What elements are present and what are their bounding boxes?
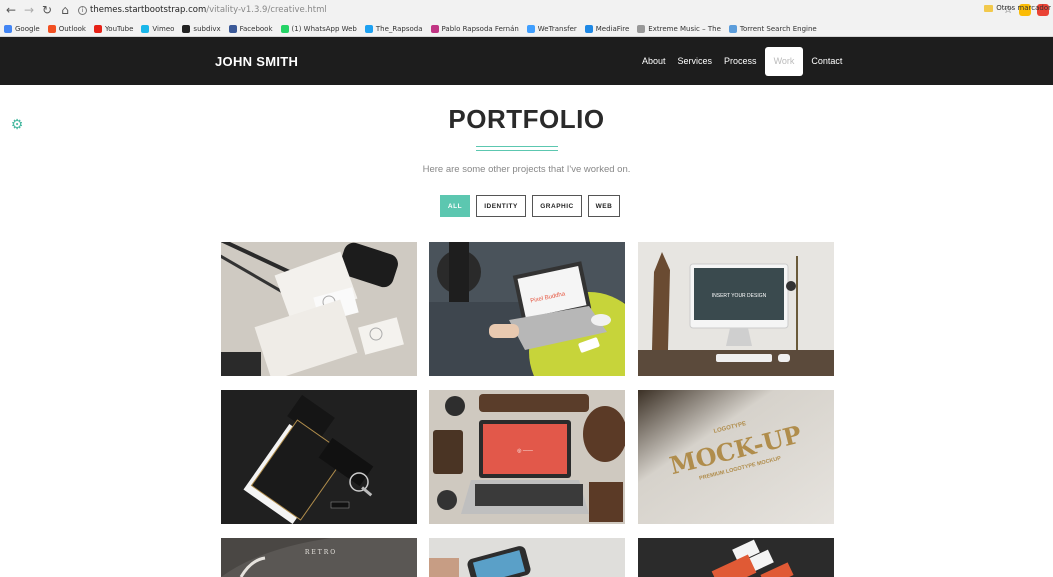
other-bookmarks[interactable]: Otros marcador [984, 4, 1051, 12]
imac-image: INSERT YOUR DESIGN [638, 242, 834, 376]
bookmark-item[interactable]: Torrent Search Engine [728, 25, 817, 33]
folder-icon [984, 4, 994, 12]
site-brand[interactable]: JOHN SMITH [215, 54, 298, 69]
bookmark-label: MediaFire [595, 25, 630, 33]
dark-identity-image [221, 390, 417, 524]
bookmark-item[interactable]: MediaFire [584, 25, 630, 33]
bookmark-label: Facebook [239, 25, 273, 33]
bookmark-item[interactable]: Outlook [47, 25, 86, 33]
nav-item-services[interactable]: Services [672, 47, 719, 76]
bookmark-label: Vimeo [152, 25, 175, 33]
bookmark-item[interactable]: The_Rapsoda [364, 25, 423, 33]
mockup-image: LOGOTYPE MOCK-UP PREMIUM LOGOTYPE MOCKUP [638, 390, 834, 524]
title-divider [476, 146, 558, 151]
bookmark-item[interactable]: YouTube [93, 25, 134, 33]
page-subtitle: Here are some other projects that I've w… [422, 164, 631, 175]
portfolio-item-retro[interactable]: RETRO [221, 538, 417, 577]
bookmark-label: The_Rapsoda [375, 25, 423, 33]
portfolio-filters: ALL IDENTITY GRAPHIC WEB [440, 195, 620, 217]
portfolio-item-stationery[interactable] [221, 242, 417, 376]
filter-button-identity[interactable]: IDENTITY [476, 195, 526, 217]
bookmark-label: Extreme Music – The [648, 25, 721, 33]
url-path: /vitality-v1.3.9/creative.html [206, 5, 327, 15]
filter-button-graphic[interactable]: GRAPHIC [532, 195, 582, 217]
imac-screen-text: INSERT YOUR DESIGN [712, 293, 767, 299]
svg-text:◎ ——: ◎ —— [517, 448, 533, 454]
portfolio-item-phone[interactable] [429, 538, 625, 577]
url-host: themes.startbootstrap.com [90, 5, 207, 15]
bookmark-favicon-icon [728, 25, 737, 33]
retro-image: RETRO [221, 538, 417, 577]
browser-chrome: ← → ↻ ⌂ i themes.startbootstrap.com/vita… [0, 0, 1053, 37]
bookmark-favicon-icon [141, 25, 150, 33]
bookmark-item[interactable]: Google [4, 25, 40, 33]
back-icon[interactable]: ← [4, 3, 18, 17]
bookmark-label: WeTransfer [537, 25, 577, 33]
address-bar[interactable]: i themes.startbootstrap.com/vitality-v1.… [78, 5, 327, 15]
bookmark-item[interactable]: Facebook [228, 25, 273, 33]
bookmark-item[interactable]: Vimeo [141, 25, 174, 33]
bookmark-label: Google [15, 25, 40, 33]
bookmark-label: Torrent Search Engine [739, 25, 817, 33]
bookmark-item[interactable]: WeTransfer [526, 25, 577, 33]
portfolio-item-desk[interactable]: ◎ —— [429, 390, 625, 524]
cards-image [638, 538, 834, 577]
bookmark-item[interactable]: subdivx [182, 25, 221, 33]
bookmark-item[interactable]: Pablo Rapsoda Fernán [430, 25, 519, 33]
portfolio-item-cards[interactable] [638, 538, 834, 577]
bookmark-label: YouTube [104, 25, 134, 33]
nav-item-work[interactable]: Work [764, 47, 804, 76]
bookmark-label: Pablo Rapsoda Fernán [441, 25, 519, 33]
nav-item-about[interactable]: About [636, 47, 672, 76]
bookmark-label: subdivx [193, 25, 221, 33]
portfolio-item-imac[interactable]: INSERT YOUR DESIGN [638, 242, 834, 376]
bookmark-favicon-icon [430, 25, 439, 33]
stationery-image [221, 242, 417, 376]
bookmark-item[interactable]: (1) WhatsApp Web [280, 25, 357, 33]
nav-item-contact[interactable]: Contact [805, 47, 848, 76]
bookmark-favicon-icon [280, 25, 289, 33]
bookmark-label: (1) WhatsApp Web [291, 25, 357, 33]
bookmark-favicon-icon [4, 25, 12, 33]
bookmark-favicon-icon [637, 25, 646, 33]
bookmark-item[interactable]: Extreme Music – The [637, 25, 721, 33]
portfolio-item-laptop[interactable]: Pixel Buddha [429, 242, 625, 376]
portfolio-item-mockup[interactable]: LOGOTYPE MOCK-UP PREMIUM LOGOTYPE MOCKUP [638, 390, 834, 524]
retro-text: RETRO [305, 549, 337, 556]
site-navbar: JOHN SMITH About Services Process Work Conta… [0, 37, 1053, 85]
bookmark-favicon-icon [182, 25, 191, 33]
page-title: PORTFOLIO [448, 104, 605, 134]
bookmark-favicon-icon [228, 25, 237, 33]
desk-image: ◎ —— [429, 390, 625, 524]
address-bar-row: ← → ↻ ⌂ i themes.startbootstrap.com/vita… [0, 0, 1053, 20]
bookmark-favicon-icon [584, 25, 593, 33]
reload-icon[interactable]: ↻ [40, 3, 54, 17]
laptop-image: Pixel Buddha [429, 242, 625, 376]
filter-button-web[interactable]: WEB [588, 195, 620, 217]
bookmark-favicon-icon [364, 25, 373, 33]
phone-image [429, 538, 625, 577]
portfolio-item-dark-identity[interactable] [221, 390, 417, 524]
forward-icon[interactable]: → [22, 3, 36, 17]
other-bookmarks-label: Otros marcador [996, 4, 1051, 12]
nav-item-process[interactable]: Process [718, 47, 763, 76]
nav-menu: About Services Process Work Contact [636, 47, 848, 76]
bookmark-label: Outlook [58, 25, 86, 33]
bookmark-favicon-icon [526, 25, 535, 33]
info-icon[interactable]: i [78, 5, 87, 15]
filter-button-all[interactable]: ALL [440, 195, 470, 217]
bookmark-favicon-icon [93, 25, 102, 33]
bookmarks-bar: Google Outlook YouTube Vimeo subdivx Facebook… [0, 21, 1053, 37]
bookmark-favicon-icon [47, 25, 56, 33]
home-icon[interactable]: ⌂ [58, 3, 72, 17]
